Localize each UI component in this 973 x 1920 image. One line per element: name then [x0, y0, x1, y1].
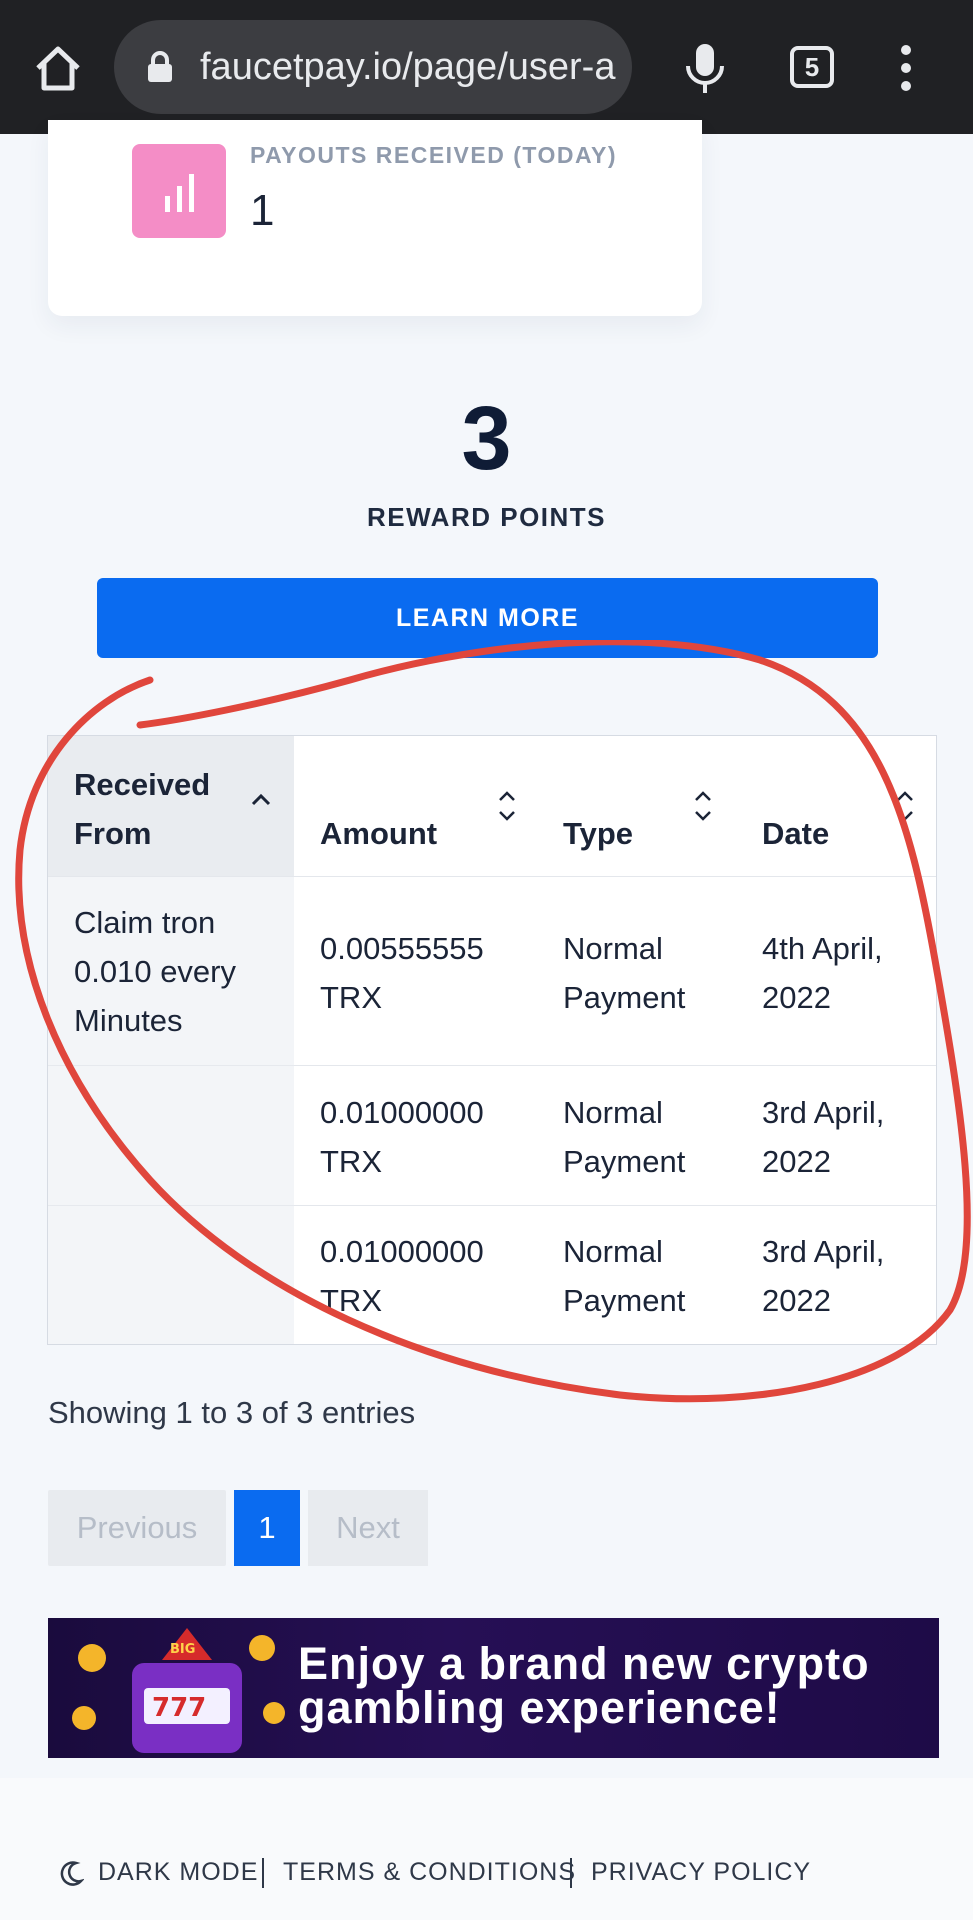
- pagination-page-1[interactable]: 1: [234, 1490, 300, 1566]
- reward-points-value: 3: [461, 389, 512, 489]
- tab-switcher-button[interactable]: 5: [790, 46, 834, 88]
- slot-machine-icon: 777 BIG: [72, 1628, 285, 1753]
- ad-banner[interactable]: 777 BIG Enjoy a brand new crypto gamblin…: [48, 1618, 939, 1758]
- svg-text:BIG: BIG: [170, 1642, 195, 1657]
- pagination-next-button[interactable]: Next: [308, 1490, 428, 1566]
- privacy-link[interactable]: PRIVACY POLICY: [591, 1858, 811, 1887]
- bar-chart-icon: [132, 144, 226, 238]
- terms-link[interactable]: TERMS & CONDITIONS: [283, 1858, 576, 1887]
- red-circle-annotation: [15, 640, 971, 1403]
- url-text: faucetpay.io/page/user-a: [200, 46, 616, 88]
- footer: DARK MODE TERMS & CONDITIONS PRIVACY POL…: [0, 1778, 973, 1920]
- footer-divider: [262, 1858, 264, 1888]
- svg-text:777: 777: [152, 1693, 206, 1723]
- dark-mode-toggle[interactable]: DARK MODE: [98, 1858, 258, 1887]
- lock-icon: [148, 51, 172, 82]
- entries-info: Showing 1 to 3 of 3 entries: [48, 1395, 416, 1430]
- browser-toolbar: faucetpay.io/page/user-a 5: [0, 0, 973, 134]
- payouts-value: 1: [250, 186, 275, 235]
- ad-text: Enjoy a brand new crypto gambling experi…: [298, 1638, 870, 1733]
- more-options-icon[interactable]: [896, 44, 916, 92]
- reward-points-label: REWARD POINTS: [366, 502, 607, 532]
- microphone-icon[interactable]: [680, 40, 730, 96]
- footer-divider: [570, 1858, 572, 1888]
- payouts-stat-card: PAYOUTS RECEIVED (TODAY) 1: [48, 120, 702, 316]
- moon-icon[interactable]: [58, 1860, 84, 1888]
- home-icon[interactable]: [30, 40, 86, 96]
- address-bar[interactable]: faucetpay.io/page/user-a: [114, 20, 632, 114]
- payouts-label: PAYOUTS RECEIVED (TODAY): [250, 142, 618, 168]
- pagination-previous-button[interactable]: Previous: [48, 1490, 226, 1566]
